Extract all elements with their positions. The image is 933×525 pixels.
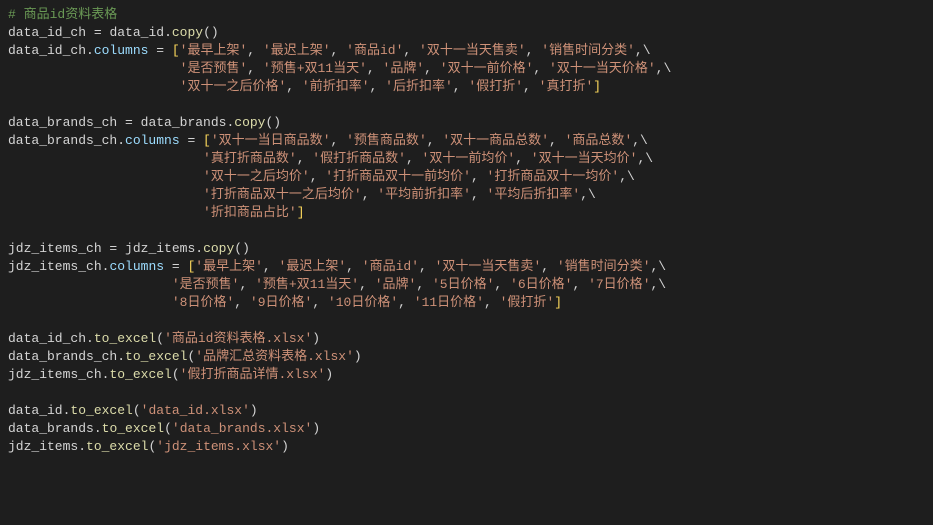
code-token: data_id_ch [8,43,86,58]
code-token: data_id [102,25,164,40]
code-comment: # 商品id资料表格 [8,7,117,22]
code-token: jdz_items_ch [8,241,109,256]
code-token: copy [172,25,203,40]
code-token: . [86,43,94,58]
code-token: = [94,25,102,40]
code-token: . [164,25,172,40]
code-token: () [203,25,219,40]
code-token: data_id_ch [8,25,94,40]
code-token: columns [94,43,149,58]
code-token: '最早上架' [180,43,248,58]
code-token: data_brands_ch [8,115,125,130]
code-token: = [148,43,171,58]
code-token: [ [172,43,180,58]
code-editor[interactable]: # 商品id资料表格 data_id_ch = data_id.copy() d… [0,0,933,462]
